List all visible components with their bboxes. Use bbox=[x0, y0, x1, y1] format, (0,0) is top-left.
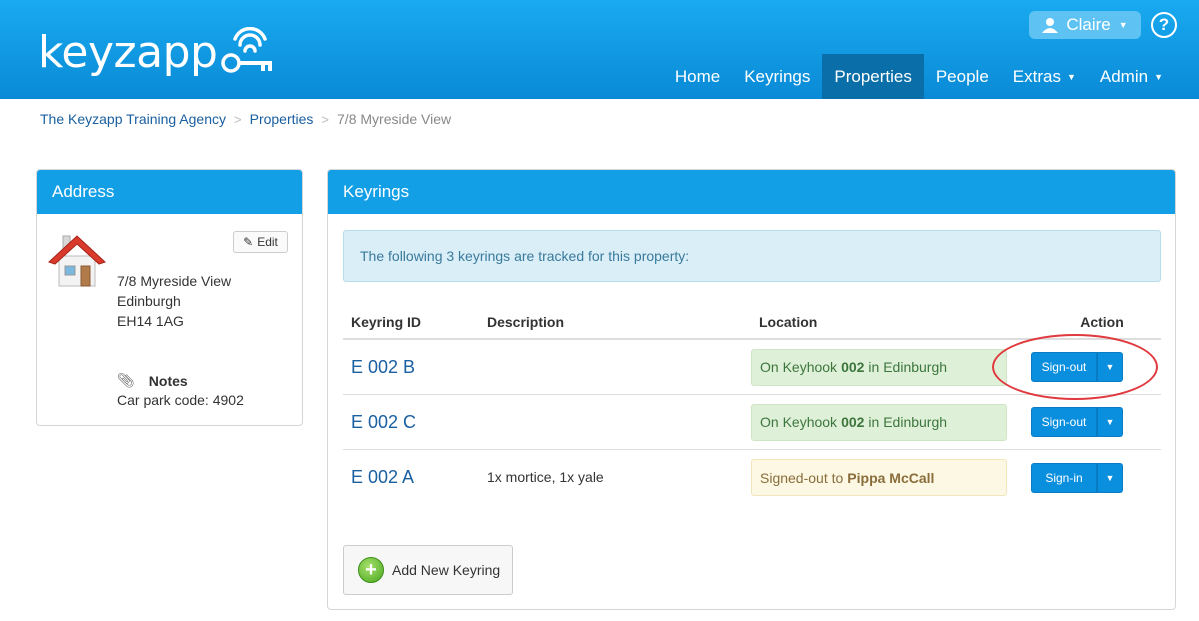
keyring-id-link[interactable]: E 002 A bbox=[351, 467, 414, 487]
column-header-location: Location bbox=[759, 313, 818, 330]
nav-properties[interactable]: Properties bbox=[822, 54, 924, 99]
nav-label: Properties bbox=[834, 66, 912, 86]
chevron-down-icon: ▼ bbox=[1066, 71, 1076, 82]
address-lines: 7/8 Myreside View Edinburgh EH14 1AG bbox=[117, 271, 231, 331]
breadcrumb-properties[interactable]: Properties bbox=[250, 111, 314, 127]
nav-home[interactable]: Home bbox=[663, 54, 732, 99]
keyring-description: 1x mortice, 1x yale bbox=[487, 468, 604, 485]
chevron-down-icon[interactable]: ▼ bbox=[1097, 462, 1123, 493]
add-keyring-label: Add New Keyring bbox=[392, 562, 501, 578]
key-wifi-icon bbox=[221, 27, 273, 73]
breadcrumb-separator: > bbox=[234, 111, 242, 127]
column-header-description: Description bbox=[487, 313, 565, 330]
main-nav: Home Keyrings Properties People Extras ▼ … bbox=[663, 54, 1175, 99]
keyrings-panel-title: Keyrings bbox=[328, 170, 1175, 214]
logo-text: keyzapp bbox=[38, 26, 218, 78]
nav-admin[interactable]: Admin ▼ bbox=[1088, 54, 1175, 99]
chevron-down-icon[interactable]: ▼ bbox=[1097, 407, 1123, 437]
help-icon[interactable]: ? bbox=[1151, 12, 1177, 38]
address-line-3: EH14 1AG bbox=[117, 313, 184, 329]
nav-label: Keyrings bbox=[744, 66, 811, 86]
action-button-group: Sign-in ▼ bbox=[1031, 462, 1123, 493]
keyring-id-link[interactable]: E 002 C bbox=[351, 412, 416, 432]
add-new-keyring-button[interactable]: + Add New Keyring bbox=[343, 545, 513, 595]
breadcrumb-separator: > bbox=[321, 111, 330, 127]
location-prefix: On Keyhook bbox=[760, 359, 838, 375]
nav-label: Admin bbox=[1099, 66, 1149, 86]
notes-heading: 📎︎ Notes bbox=[117, 372, 188, 389]
nav-keyrings[interactable]: Keyrings bbox=[732, 54, 822, 99]
nav-people[interactable]: People bbox=[924, 54, 1001, 99]
edit-label: Edit bbox=[257, 235, 278, 249]
user-menu-button[interactable]: Claire ▼ bbox=[1029, 11, 1141, 39]
location-suffix: in Edinburgh bbox=[868, 414, 948, 430]
location-status: On Keyhook 002 in Edinburgh bbox=[751, 348, 1007, 386]
chevron-down-icon: ▼ bbox=[1154, 71, 1163, 82]
paperclip-icon: 📎︎ bbox=[117, 372, 135, 388]
location-person: Pippa McCall bbox=[847, 469, 935, 486]
table-row: E 002 A 1x mortice, 1x yale Signed-out t… bbox=[343, 450, 1161, 505]
address-line-1: 7/8 Myreside View bbox=[117, 273, 232, 289]
notes-text: Car park code: 4902 bbox=[117, 392, 244, 408]
plus-icon: + bbox=[358, 557, 384, 583]
keyzapp-logo[interactable]: keyzapp bbox=[38, 22, 281, 82]
table-header: Keyring ID Description Location Action bbox=[343, 305, 1161, 340]
location-status: On Keyhook 002 in Edinburgh bbox=[751, 403, 1007, 441]
address-line-2: Edinburgh bbox=[117, 293, 181, 309]
breadcrumb-agency[interactable]: The Keyzapp Training Agency bbox=[40, 111, 226, 127]
nav-label: Extras bbox=[1012, 66, 1061, 86]
keyrings-info-alert: The following 3 keyrings are tracked for… bbox=[343, 230, 1161, 282]
keyring-id-link[interactable]: E 002 B bbox=[351, 357, 415, 377]
location-prefix: On Keyhook bbox=[760, 414, 838, 430]
nav-label: People bbox=[935, 66, 989, 86]
breadcrumb-current: 7/8 Myreside View bbox=[337, 111, 452, 127]
location-status: Signed-out to Pippa McCall bbox=[751, 459, 1007, 496]
sign-out-button[interactable]: Sign-out bbox=[1031, 407, 1097, 437]
pencil-icon: ✎ bbox=[243, 235, 254, 249]
nav-extras[interactable]: Extras ▼ bbox=[1001, 54, 1088, 99]
nav-label: Home bbox=[674, 66, 721, 86]
address-panel: Address ✎ Edit 7/8 Myreside View Edinbur… bbox=[36, 169, 303, 426]
location-prefix: Signed-out to bbox=[760, 469, 844, 486]
chevron-down-icon: ▼ bbox=[1118, 20, 1128, 30]
location-hook: 002 bbox=[841, 359, 865, 375]
breadcrumb: The Keyzapp Training Agency > Properties… bbox=[40, 111, 451, 127]
highlight-annotation bbox=[992, 334, 1158, 400]
address-panel-title: Address bbox=[37, 170, 302, 214]
location-suffix: in Edinburgh bbox=[868, 359, 948, 375]
keyrings-table: Keyring ID Description Location Action E… bbox=[343, 305, 1161, 505]
action-button-group: Sign-out ▼ bbox=[1031, 407, 1123, 437]
house-icon bbox=[48, 235, 106, 287]
user-icon bbox=[1042, 18, 1059, 33]
location-hook: 002 bbox=[841, 414, 865, 430]
notes-title: Notes bbox=[148, 372, 188, 389]
sign-in-button[interactable]: Sign-in bbox=[1031, 462, 1097, 493]
table-row: E 002 C On Keyhook 002 in Edinburgh Sign-o… bbox=[343, 395, 1161, 450]
column-header-keyring-id: Keyring ID bbox=[351, 313, 422, 330]
top-header: keyzapp Claire ▼ ? Home Keyrings Propert… bbox=[0, 0, 1199, 99]
edit-address-button[interactable]: ✎ Edit bbox=[233, 231, 288, 253]
user-name: Claire bbox=[1066, 15, 1111, 34]
column-header-action: Action bbox=[1080, 313, 1124, 330]
